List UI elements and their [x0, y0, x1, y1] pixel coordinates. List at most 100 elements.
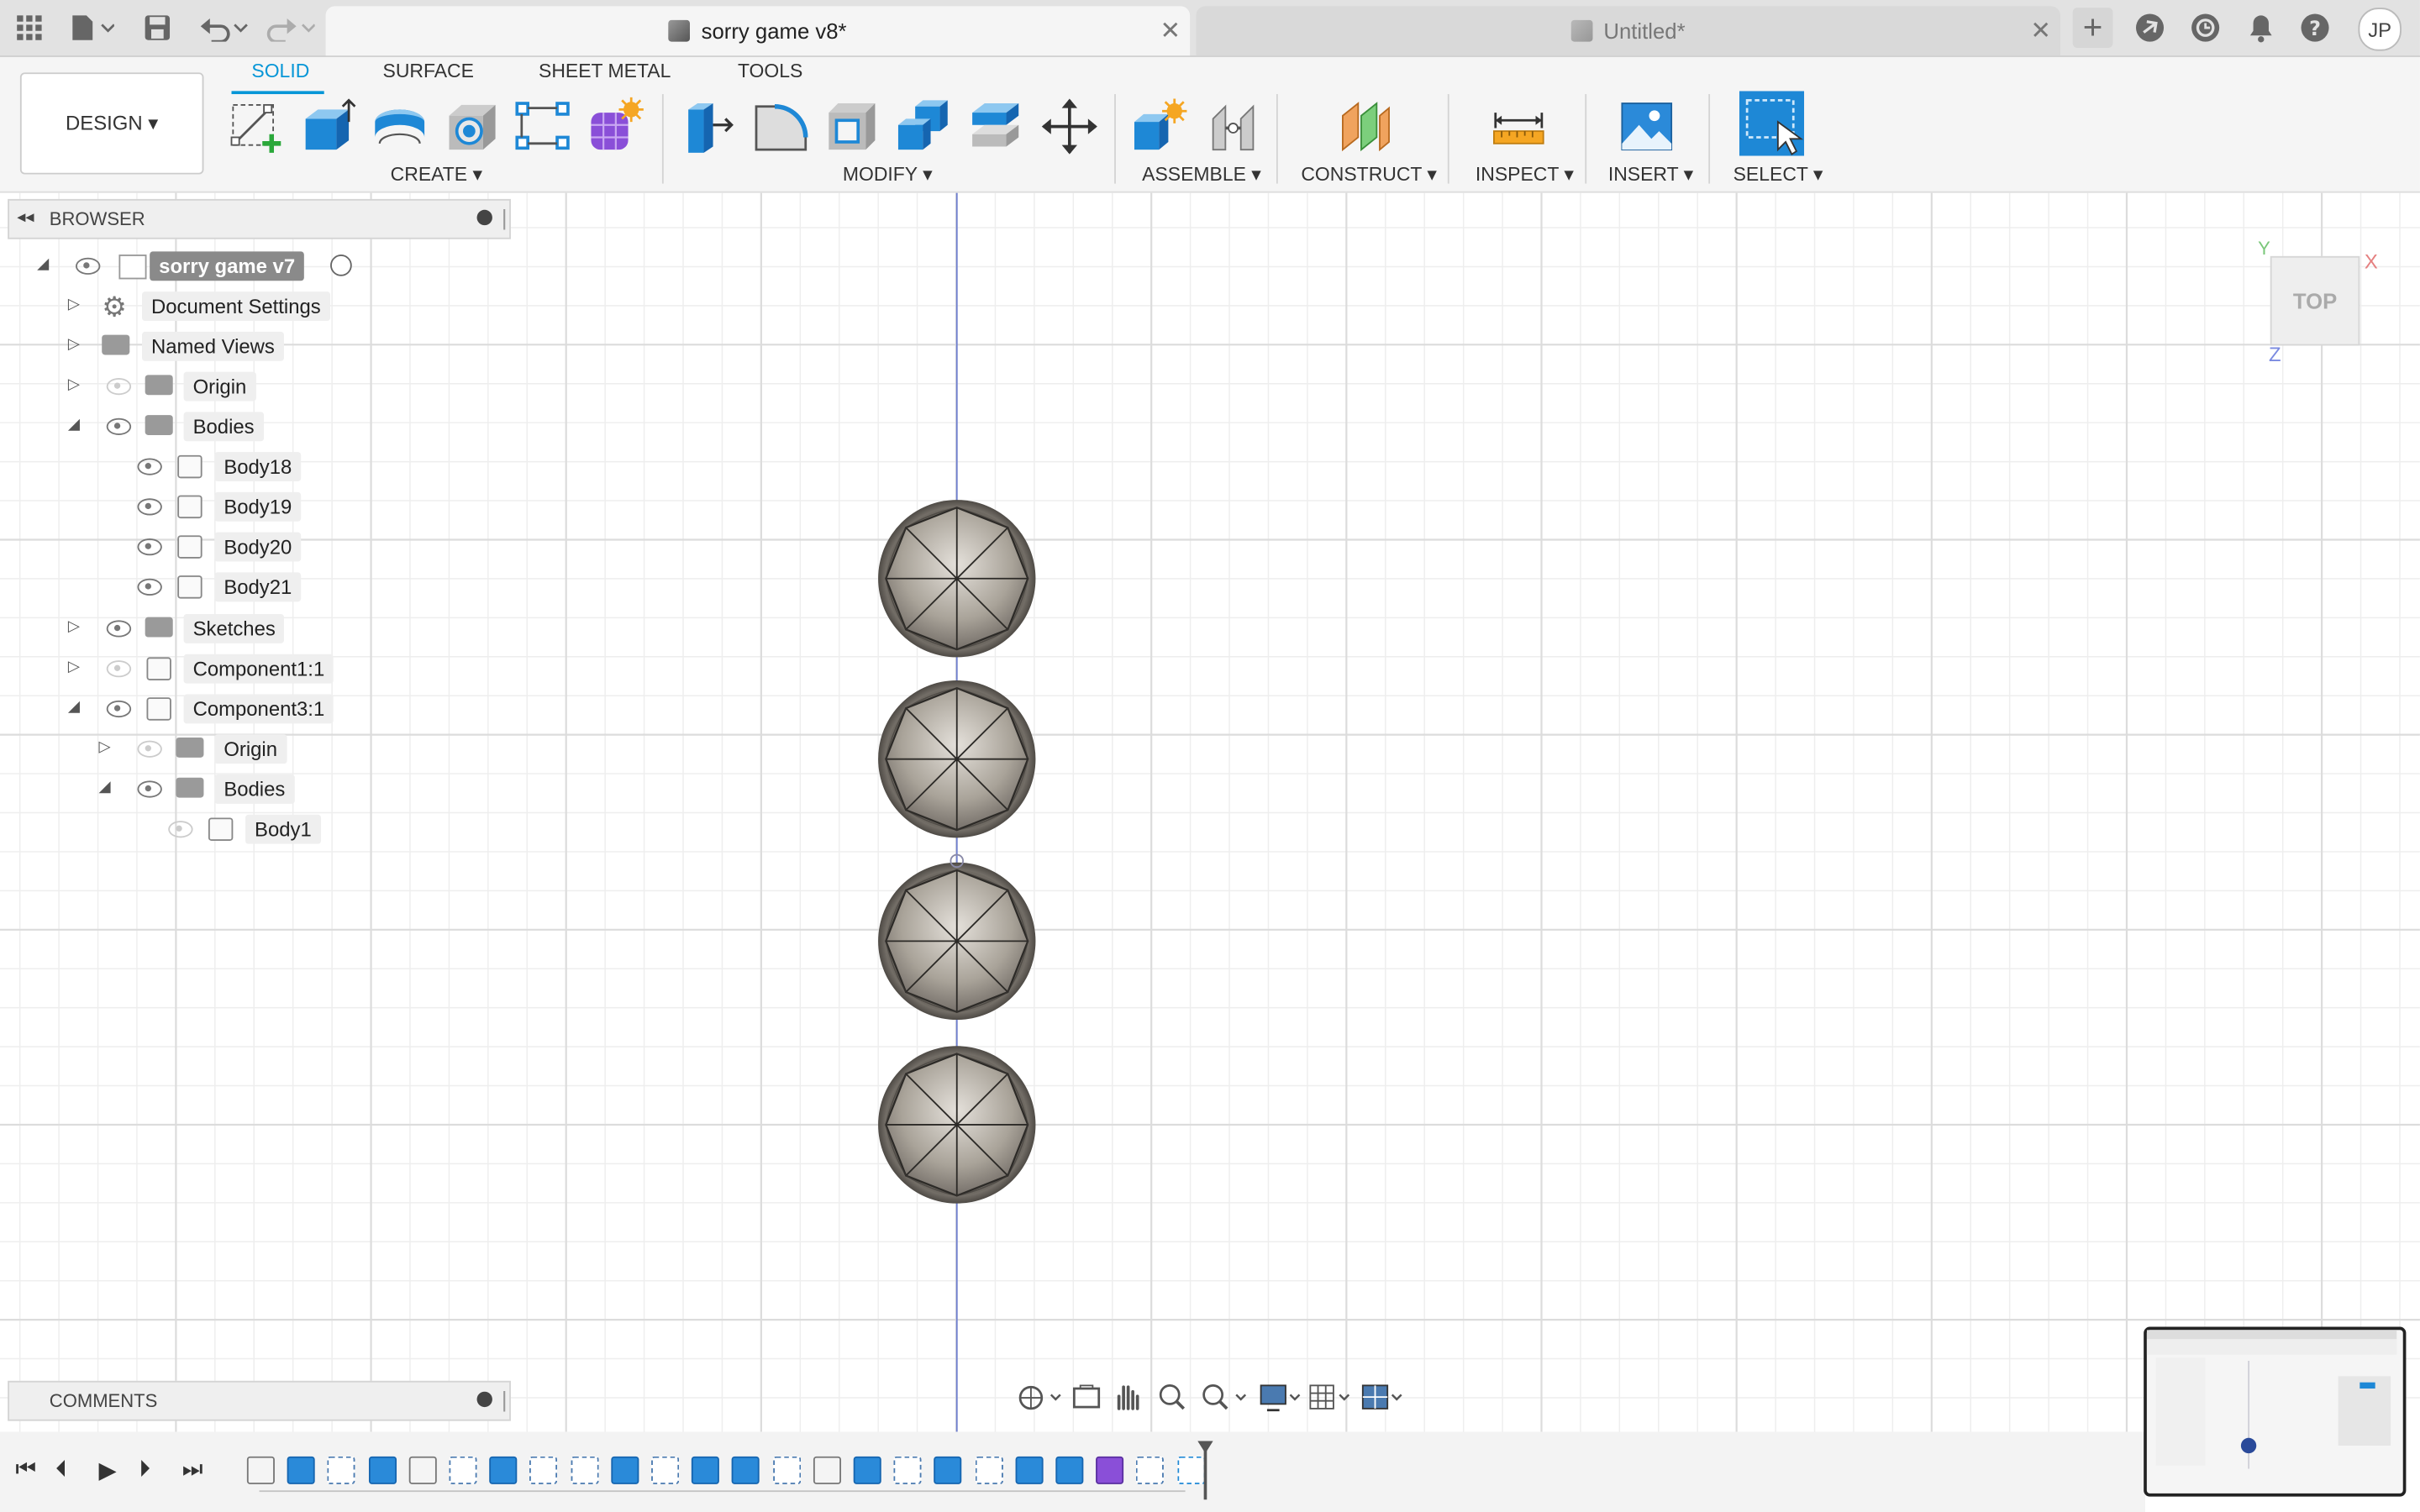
canvas-viewport[interactable]: [0, 192, 2420, 1432]
timeline-extrude-icon[interactable]: [610, 1456, 639, 1484]
expand-triangle-icon[interactable]: ▷: [68, 376, 80, 393]
create-sketch-icon[interactable]: [229, 97, 287, 156]
pattern-icon[interactable]: [514, 97, 573, 156]
tree-item-bodies[interactable]: Bodies: [183, 409, 264, 443]
body-piece[interactable]: [876, 498, 1037, 659]
timeline-extrude-icon[interactable]: [489, 1456, 518, 1484]
step-back-icon[interactable]: ⏴: [55, 1457, 67, 1483]
timeline-sketch-icon[interactable]: [975, 1456, 1003, 1484]
workspace-switcher[interactable]: DESIGN ▾: [19, 72, 204, 175]
revolve-icon[interactable]: [371, 97, 429, 156]
shell-icon[interactable]: [823, 97, 881, 156]
timeline-extrude-icon[interactable]: [287, 1456, 316, 1484]
timeline-select-icon[interactable]: [1176, 1456, 1205, 1484]
insert-image-icon[interactable]: [1618, 97, 1676, 156]
inspect-menu[interactable]: INSPECT ▾: [1476, 162, 1574, 186]
tree-item-c3-origin[interactable]: Origin: [214, 732, 287, 765]
extrude-icon[interactable]: [299, 97, 358, 156]
new-component-icon[interactable]: [1129, 97, 1188, 156]
panel-grip-icon[interactable]: |: [502, 205, 508, 229]
tab-tools[interactable]: TOOLS: [738, 60, 802, 82]
timeline-sketch-icon[interactable]: [1136, 1456, 1165, 1484]
timeline-extrude-icon[interactable]: [692, 1456, 720, 1484]
collapse-triangle-icon[interactable]: ◢: [99, 780, 111, 796]
construct-menu[interactable]: CONSTRUCT ▾: [1301, 162, 1437, 186]
collapse-triangle-icon[interactable]: ◢: [68, 417, 80, 433]
joint-icon[interactable]: [1204, 97, 1263, 156]
screen-preview-thumbnail[interactable]: [2144, 1326, 2407, 1497]
offset-plane-icon[interactable]: [1337, 97, 1396, 156]
timeline-extrude-icon[interactable]: [732, 1456, 760, 1484]
hidden-eye-icon[interactable]: [106, 377, 132, 396]
timeline-sketch-icon[interactable]: [772, 1456, 801, 1484]
tree-item-component1[interactable]: Component1:1: [183, 651, 334, 685]
tab-solid[interactable]: SOLID: [251, 60, 309, 82]
tree-item-body21[interactable]: Body21: [214, 570, 302, 603]
step-forward-icon[interactable]: ⏵: [139, 1457, 150, 1483]
tab-sheet-metal[interactable]: SHEET METAL: [539, 60, 671, 82]
tab-surface[interactable]: SURFACE: [383, 60, 474, 82]
notifications-icon[interactable]: [2243, 8, 2280, 48]
tab-untitled[interactable]: Untitled* ✕: [1196, 6, 2060, 56]
combine-icon[interactable]: [893, 97, 952, 156]
minimize-panel-icon[interactable]: [476, 209, 492, 226]
timeline-sketch-icon[interactable]: [449, 1456, 477, 1484]
timeline-sketch-icon[interactable]: [570, 1456, 598, 1484]
tree-item-body19[interactable]: Body19: [214, 489, 302, 522]
modify-menu[interactable]: MODIFY ▾: [843, 162, 933, 186]
viewcube[interactable]: TOP: [2270, 255, 2360, 346]
timeline-extrude-icon[interactable]: [368, 1456, 397, 1484]
visibility-eye-icon[interactable]: [137, 538, 162, 556]
expand-triangle-icon[interactable]: ▷: [68, 659, 80, 675]
collapse-panel-icon[interactable]: ◂◂: [17, 207, 34, 227]
visibility-eye-icon[interactable]: [75, 257, 101, 275]
visibility-eye-icon[interactable]: [137, 498, 162, 516]
tree-item-c3-bodies[interactable]: Bodies: [214, 771, 295, 805]
extensions-icon[interactable]: [2131, 8, 2168, 48]
close-tab-icon[interactable]: ✕: [2030, 15, 2051, 46]
tree-root-item[interactable]: sorry game v7: [113, 249, 305, 282]
tree-item-body20[interactable]: Body20: [214, 529, 302, 563]
body-piece[interactable]: [876, 861, 1037, 1021]
tree-item-origin[interactable]: Origin: [183, 369, 256, 402]
body-piece[interactable]: [876, 679, 1037, 839]
create-form-icon[interactable]: [585, 97, 644, 156]
measure-icon[interactable]: [1489, 97, 1548, 156]
select-icon[interactable]: [1739, 91, 1805, 156]
select-menu[interactable]: SELECT ▾: [1733, 162, 1823, 186]
timeline-body-icon[interactable]: [813, 1456, 841, 1484]
close-tab-icon[interactable]: ✕: [1160, 15, 1181, 46]
undo-icon[interactable]: [197, 8, 250, 48]
collapse-triangle-icon[interactable]: ◢: [68, 699, 80, 716]
fillet-icon[interactable]: [751, 97, 810, 156]
add-comment-icon[interactable]: [476, 1391, 492, 1408]
timeline-sketch-icon[interactable]: [651, 1456, 680, 1484]
timeline-sketch-icon[interactable]: [893, 1456, 922, 1484]
new-tab-icon[interactable]: +: [2072, 8, 2113, 48]
timeline-extrude-icon[interactable]: [934, 1456, 962, 1484]
tree-item-component3[interactable]: Component3:1: [183, 691, 334, 725]
display-settings-icon[interactable]: [1260, 1384, 1301, 1412]
orbit-icon[interactable]: [1018, 1385, 1061, 1410]
app-grid-icon[interactable]: [13, 8, 46, 48]
assemble-menu[interactable]: ASSEMBLE ▾: [1142, 162, 1261, 186]
body-piece[interactable]: [876, 1045, 1037, 1205]
timeline-sketch-icon[interactable]: [328, 1456, 356, 1484]
redo-icon[interactable]: [262, 8, 315, 48]
grid-settings-icon[interactable]: [1309, 1384, 1350, 1410]
visibility-eye-icon[interactable]: [106, 417, 132, 435]
timeline-body-icon[interactable]: [246, 1456, 275, 1484]
user-avatar[interactable]: JP: [2358, 8, 2402, 51]
visibility-eye-icon[interactable]: [137, 458, 162, 475]
activate-radio-icon[interactable]: [330, 255, 352, 276]
look-at-icon[interactable]: [1072, 1384, 1101, 1409]
tree-item-sketches[interactable]: Sketches: [183, 611, 285, 644]
tree-item-document-settings[interactable]: Document Settings: [141, 288, 330, 322]
zoom-icon[interactable]: [1159, 1383, 1186, 1410]
file-menu-icon[interactable]: [65, 8, 117, 48]
offset-face-icon[interactable]: [966, 97, 1025, 156]
timeline-extrude-icon[interactable]: [853, 1456, 881, 1484]
tree-item-body18[interactable]: Body18: [214, 449, 302, 482]
visibility-eye-icon[interactable]: [106, 620, 132, 638]
visibility-eye-icon[interactable]: [137, 780, 162, 798]
